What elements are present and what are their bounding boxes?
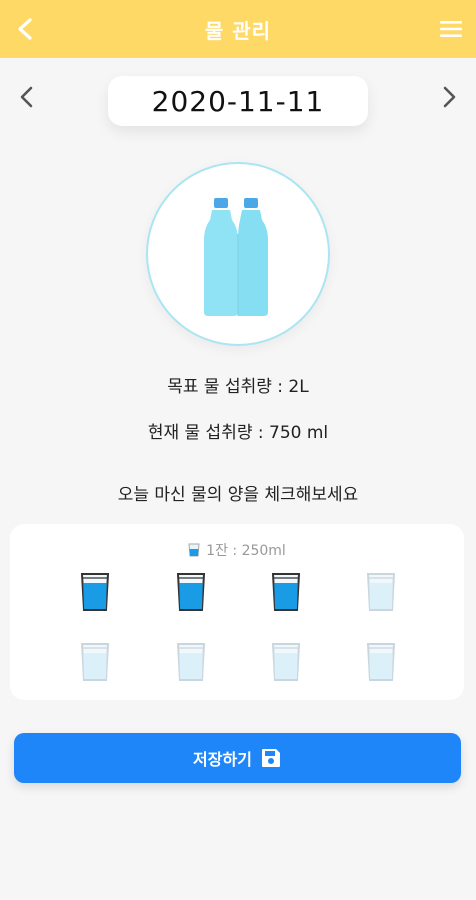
date-display[interactable]: 2020-11-11 — [108, 76, 368, 126]
goal-intake-text: 목표 물 섭취량 : 2L — [167, 377, 309, 397]
water-bottle-icon — [204, 198, 268, 316]
mini-cup-icon — [188, 543, 200, 557]
page-title: 물 관리 — [204, 18, 272, 43]
cup-size-info: 1잔 : 250ml — [10, 540, 464, 560]
hamburger-menu-icon[interactable] — [438, 18, 464, 40]
current-intake-text: 현재 물 섭취량 : 750 ml — [147, 423, 329, 443]
floppy-disk-icon — [261, 749, 280, 767]
empty-cup-icon[interactable] — [80, 642, 110, 682]
filled-cup-icon[interactable] — [176, 572, 206, 612]
empty-cup-icon[interactable] — [271, 642, 301, 682]
save-button[interactable]: 저장하기 — [14, 733, 461, 783]
empty-cup-icon[interactable] — [176, 642, 206, 682]
empty-cup-icon[interactable] — [366, 572, 396, 612]
filled-cup-icon[interactable] — [80, 572, 110, 612]
bottle-illustration — [146, 162, 330, 346]
previous-date-icon[interactable] — [14, 82, 40, 112]
cups-card: 1잔 : 250ml — [10, 524, 464, 700]
cup-size-label: 1잔 : 250ml — [206, 543, 286, 559]
back-arrow-icon[interactable] — [12, 14, 40, 44]
empty-cup-icon[interactable] — [366, 642, 396, 682]
check-prompt-text: 오늘 마신 물의 양을 체크해보세요 — [117, 485, 359, 505]
next-date-icon[interactable] — [436, 82, 462, 112]
save-button-label: 저장하기 — [193, 750, 252, 769]
app-header: 물 관리 — [0, 0, 476, 58]
date-selector: 2020-11-11 — [0, 72, 476, 128]
filled-cup-icon[interactable] — [271, 572, 301, 612]
